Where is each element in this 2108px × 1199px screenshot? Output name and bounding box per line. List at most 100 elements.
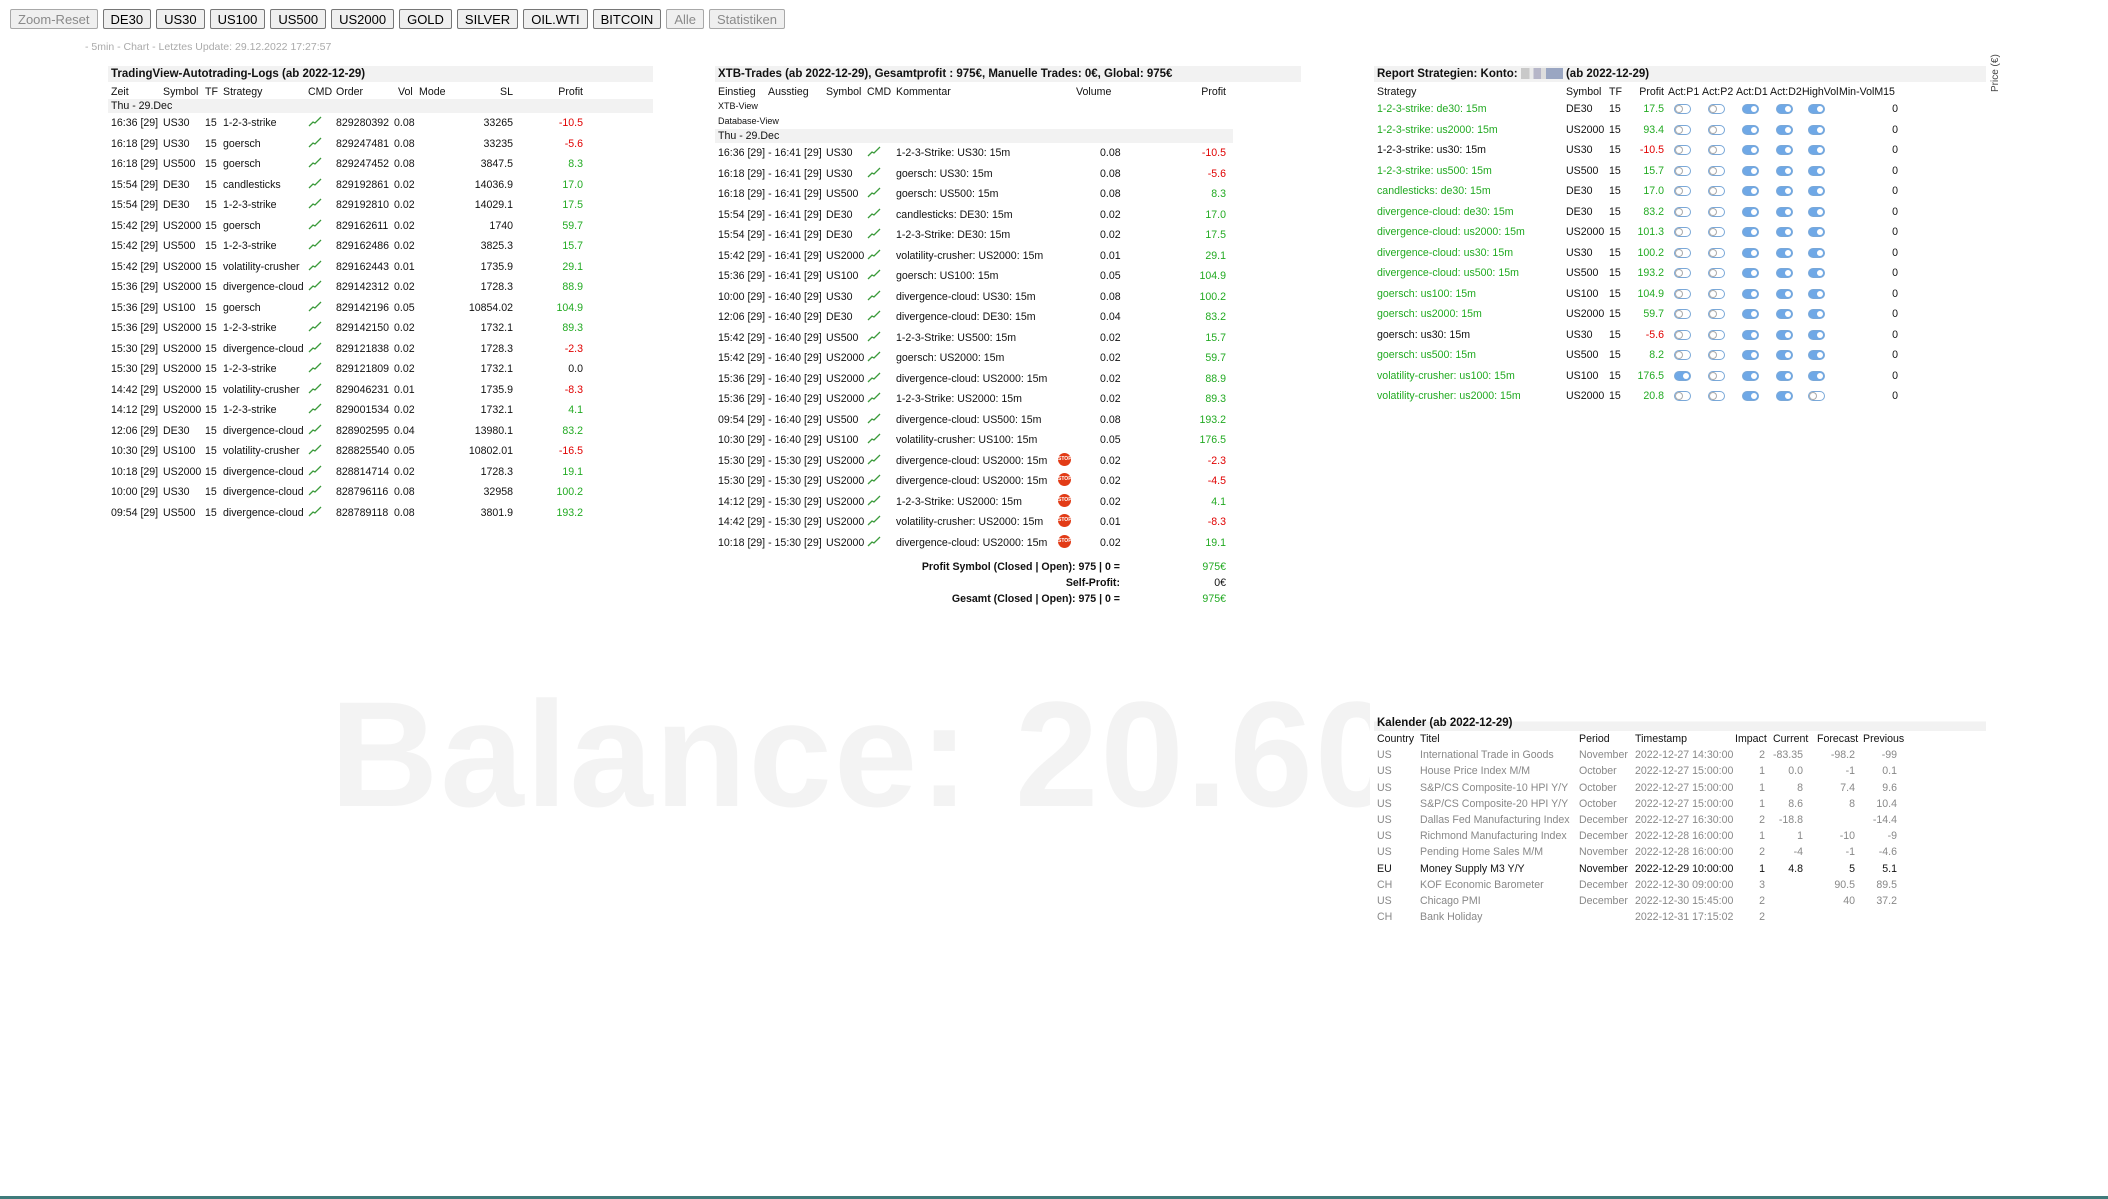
strategy-toggle[interactable]	[1808, 145, 1825, 155]
strategy-toggle[interactable]	[1674, 268, 1691, 278]
strategy-toggle[interactable]	[1742, 288, 1759, 299]
toolbar-button-us100[interactable]: US100	[209, 9, 266, 29]
strategy-toggle[interactable]	[1808, 288, 1825, 299]
strategy-toggle[interactable]	[1742, 145, 1759, 155]
strategy-toggle[interactable]	[1674, 350, 1691, 360]
strategy-toggle[interactable]	[1708, 309, 1725, 319]
toolbar-button-bitcoin[interactable]: BITCOIN	[592, 9, 662, 29]
strategy-toggle[interactable]	[1674, 227, 1691, 237]
strategy-toggle[interactable]	[1776, 329, 1793, 340]
strategy-toggle[interactable]	[1808, 370, 1825, 381]
xtb-cmd	[867, 515, 881, 529]
strategy-toggle[interactable]	[1708, 165, 1725, 176]
strategy-toggle[interactable]	[1742, 186, 1759, 196]
strategy-toggle[interactable]	[1742, 165, 1759, 176]
toolbar-button-us30[interactable]: US30	[156, 9, 205, 29]
toolbar-button-us2000[interactable]: US2000	[331, 9, 395, 29]
toolbar-button-silver[interactable]: SILVER	[456, 9, 519, 29]
strategy-toggle[interactable]	[1742, 370, 1759, 381]
strategy-toggle[interactable]	[1808, 206, 1825, 217]
strategy-toggle[interactable]	[1808, 186, 1825, 196]
strategy-toggle[interactable]	[1808, 247, 1825, 258]
strategy-toggle[interactable]	[1808, 165, 1825, 176]
strategy-toggle[interactable]	[1674, 309, 1691, 319]
strategy-toggle[interactable]	[1674, 104, 1691, 114]
strategy-toggle[interactable]	[1742, 268, 1759, 278]
strategy-toggle[interactable]	[1808, 268, 1825, 278]
database-view-link[interactable]: Database-View	[715, 114, 1301, 129]
strategy-toggle[interactable]	[1776, 165, 1793, 176]
strategy-toggle[interactable]	[1708, 186, 1725, 196]
strategy-toggle[interactable]	[1674, 206, 1691, 217]
strategy-toggle[interactable]	[1808, 227, 1825, 237]
xtb-trade-row: 10:30 [29] - 16:40 [29] US100 volatility-c…	[715, 430, 1301, 451]
toolbar-button-us500[interactable]: US500	[270, 9, 327, 29]
strategy-toggle[interactable]	[1776, 104, 1793, 114]
strategy-toggle[interactable]	[1776, 268, 1793, 278]
strategy-toggle[interactable]	[1776, 247, 1793, 258]
trend-icon	[308, 444, 322, 455]
strategy-toggle[interactable]	[1776, 206, 1793, 217]
strategy-toggle[interactable]	[1708, 370, 1725, 381]
strategy-toggle[interactable]	[1674, 288, 1691, 299]
strategy-toggle[interactable]	[1742, 104, 1759, 114]
strategy-toggle[interactable]	[1708, 206, 1725, 217]
strategy-toggle[interactable]	[1742, 206, 1759, 217]
strategy-toggle[interactable]	[1742, 227, 1759, 237]
strategy-toggle[interactable]	[1808, 391, 1825, 401]
strategy-toggle[interactable]	[1742, 309, 1759, 319]
toolbar-button-de30[interactable]: DE30	[102, 9, 152, 29]
strategy-toggle[interactable]	[1708, 145, 1725, 155]
strategy-toggle[interactable]	[1776, 227, 1793, 237]
toolbar-button-oil-wti[interactable]: OIL.WTI	[523, 9, 588, 29]
toolbar-button-zoom-reset[interactable]: Zoom-Reset	[10, 9, 98, 29]
calendar-period: October	[1579, 765, 1617, 778]
strategy-toggle[interactable]	[1708, 391, 1725, 401]
strategy-toggle[interactable]	[1708, 124, 1725, 135]
xtb-profit: 4.1	[1211, 495, 1226, 508]
strategy-toggle[interactable]	[1708, 329, 1725, 340]
toolbar-button-statistiken[interactable]: Statistiken	[709, 9, 785, 29]
strategy-toggle[interactable]	[1776, 145, 1793, 155]
strategy-toggle[interactable]	[1742, 350, 1759, 360]
tv-timeframe: 15	[205, 424, 217, 437]
toolbar-button-alle[interactable]: Alle	[666, 9, 705, 29]
strategy-toggle[interactable]	[1808, 329, 1825, 340]
strategy-toggle[interactable]	[1708, 247, 1725, 258]
xtb-view-link[interactable]: XTB-View	[715, 99, 1301, 114]
strategy-toggle[interactable]	[1808, 350, 1825, 360]
strategy-toggle[interactable]	[1674, 391, 1691, 401]
strategy-toggle[interactable]	[1674, 186, 1691, 196]
strategy-toggle[interactable]	[1776, 288, 1793, 299]
xtb-comment: goersch: US2000: 15m	[896, 352, 1005, 364]
report-timeframe: 15	[1609, 164, 1621, 177]
strategy-toggle[interactable]	[1674, 370, 1691, 381]
strategy-toggle[interactable]	[1674, 145, 1691, 155]
strategy-toggle[interactable]	[1674, 165, 1691, 176]
strategy-toggle[interactable]	[1776, 309, 1793, 319]
calendar-previous: 5.1	[1882, 862, 1897, 875]
strategy-toggle[interactable]	[1776, 124, 1793, 135]
strategy-toggle[interactable]	[1742, 391, 1759, 401]
calendar-period: December	[1579, 830, 1628, 843]
strategy-toggle[interactable]	[1776, 391, 1793, 401]
strategy-toggle[interactable]	[1708, 104, 1725, 114]
strategy-toggle[interactable]	[1776, 350, 1793, 360]
strategy-toggle[interactable]	[1708, 227, 1725, 237]
strategy-toggle[interactable]	[1808, 104, 1825, 114]
xtb-volume: 0.02	[1100, 495, 1121, 508]
strategy-toggle[interactable]	[1708, 268, 1725, 278]
strategy-toggle[interactable]	[1742, 124, 1759, 135]
strategy-toggle[interactable]	[1776, 370, 1793, 381]
strategy-toggle[interactable]	[1674, 247, 1691, 258]
toolbar-button-gold[interactable]: GOLD	[399, 9, 452, 29]
strategy-toggle[interactable]	[1742, 329, 1759, 340]
strategy-toggle[interactable]	[1742, 247, 1759, 258]
strategy-toggle[interactable]	[1708, 288, 1725, 299]
strategy-toggle[interactable]	[1708, 350, 1725, 360]
strategy-toggle[interactable]	[1674, 329, 1691, 340]
strategy-toggle[interactable]	[1808, 124, 1825, 135]
strategy-toggle[interactable]	[1776, 186, 1793, 196]
strategy-toggle[interactable]	[1674, 124, 1691, 135]
strategy-toggle[interactable]	[1808, 309, 1825, 319]
